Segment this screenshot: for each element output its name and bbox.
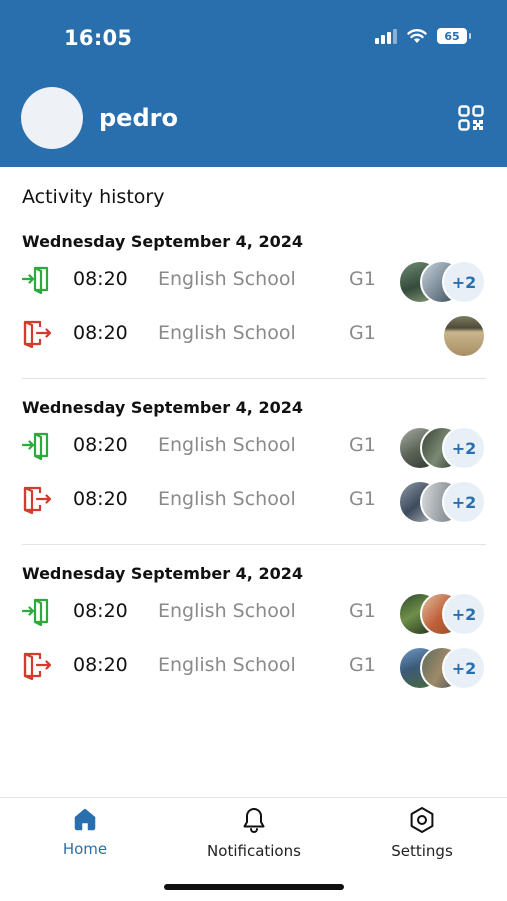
- activity-place: English School: [158, 600, 296, 622]
- activity-grade: G1: [349, 488, 376, 510]
- photo-thumbnails[interactable]: +2: [398, 592, 486, 636]
- entry-door-icon: [22, 432, 49, 460]
- exit-door-icon: [23, 320, 52, 348]
- tab-settings-label: Settings: [391, 842, 453, 860]
- photo-thumbnails[interactable]: +2: [398, 646, 486, 690]
- activity-grade: G1: [349, 600, 376, 622]
- activity-grade: G1: [349, 322, 376, 344]
- home-icon: [74, 808, 96, 831]
- activity-place: English School: [158, 434, 296, 456]
- more-photos-badge[interactable]: +2: [442, 592, 486, 636]
- activity-time: 08:20: [73, 434, 128, 456]
- status-time: 16:05: [64, 26, 133, 50]
- activity-place: English School: [158, 654, 296, 676]
- activity-place: English School: [158, 488, 296, 510]
- activity-time: 08:20: [73, 268, 128, 290]
- activity-row-entry[interactable]: 08:20 English School G1 +2: [0, 426, 507, 470]
- activity-grade: G1: [349, 268, 376, 290]
- group-date: Wednesday September 4, 2024: [22, 398, 303, 417]
- activity-place: English School: [158, 322, 296, 344]
- settings-icon: [410, 807, 434, 833]
- tab-home[interactable]: Home: [5, 806, 165, 858]
- more-photos-badge[interactable]: +2: [442, 480, 486, 524]
- activity-grade: G1: [349, 654, 376, 676]
- signal-icon: [375, 28, 397, 44]
- tab-home-label: Home: [62, 840, 108, 858]
- group-date: Wednesday September 4, 2024: [22, 564, 303, 583]
- activity-time: 08:20: [73, 654, 128, 676]
- activity-time: 08:20: [73, 600, 128, 622]
- home-indicator: [164, 884, 344, 890]
- photo-thumbnails[interactable]: +2: [398, 260, 486, 304]
- activity-row-exit[interactable]: 08:20 English School G1: [0, 314, 507, 358]
- tab-settings[interactable]: Settings: [342, 806, 502, 860]
- activity-row-entry[interactable]: 08:20 English School G1 +2: [0, 592, 507, 636]
- more-photos-badge[interactable]: +2: [442, 260, 486, 304]
- profile-name: pedro: [99, 104, 178, 132]
- tab-notifications-label: Notifications: [207, 842, 301, 860]
- qr-code-icon[interactable]: [458, 105, 484, 131]
- tab-notifications[interactable]: Notifications: [174, 806, 334, 860]
- exit-door-icon: [23, 486, 52, 514]
- exit-door-icon: [23, 652, 52, 680]
- divider: [22, 378, 486, 379]
- activity-grade: G1: [349, 434, 376, 456]
- activity-row-exit[interactable]: 08:20 English School G1 +2: [0, 480, 507, 524]
- bell-icon: [243, 808, 265, 833]
- divider: [22, 544, 486, 545]
- activity-time: 08:20: [73, 488, 128, 510]
- activity-place: English School: [158, 268, 296, 290]
- photo-thumbnails[interactable]: +2: [398, 480, 486, 524]
- more-photos-badge[interactable]: +2: [442, 426, 486, 470]
- avatar[interactable]: [21, 87, 83, 149]
- entry-door-icon: [22, 598, 49, 626]
- activity-row-entry[interactable]: 08:20 English School G1 +2: [0, 260, 507, 304]
- group-date: Wednesday September 4, 2024: [22, 232, 303, 251]
- status-icons: 65: [375, 28, 471, 44]
- activity-time: 08:20: [73, 322, 128, 344]
- profile-header: 16:05 65 pedro: [0, 0, 507, 167]
- photo-thumbnails[interactable]: +2: [398, 426, 486, 470]
- section-title: Activity history: [22, 186, 165, 208]
- photo-thumbnails[interactable]: [442, 314, 486, 358]
- more-photos-badge[interactable]: +2: [442, 646, 486, 690]
- battery-icon: 65: [437, 28, 471, 44]
- photo-thumbnail[interactable]: [442, 314, 486, 358]
- wifi-icon: [407, 29, 427, 43]
- activity-row-exit[interactable]: 08:20 English School G1 +2: [0, 646, 507, 690]
- entry-door-icon: [22, 266, 49, 294]
